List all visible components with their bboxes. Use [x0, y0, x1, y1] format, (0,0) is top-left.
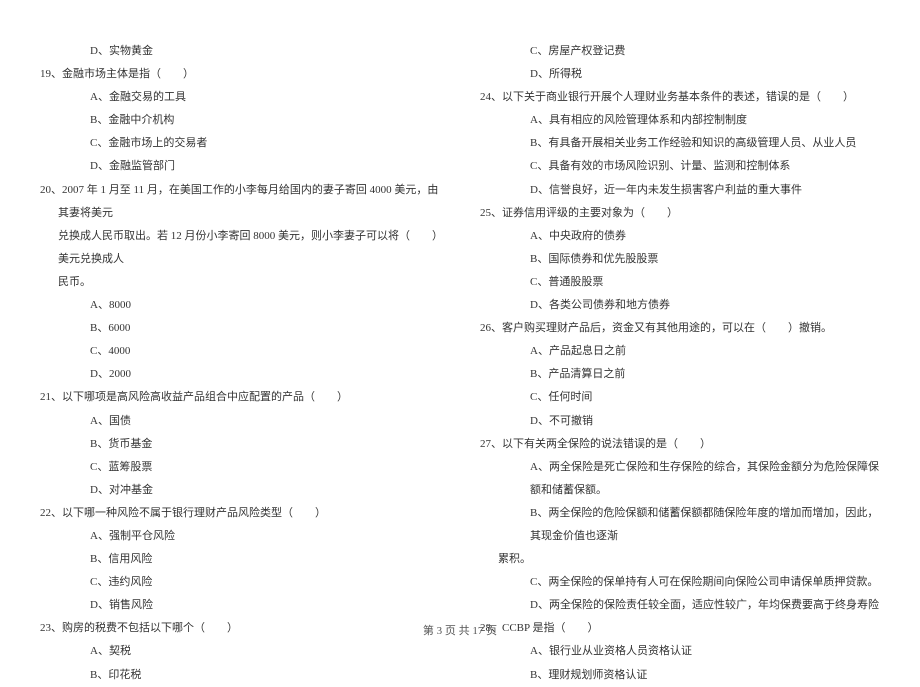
option-c: C、4000 — [40, 340, 440, 363]
option-d: D、对冲基金 — [40, 479, 440, 502]
option-a: A、中央政府的债券 — [480, 225, 880, 248]
option-c: C、普通股股票 — [480, 271, 880, 294]
option-d: D、金融监管部门 — [40, 155, 440, 178]
question-stem: 24、以下关于商业银行开展个人理财业务基本条件的表述，错误的是（ ） — [480, 86, 880, 109]
option-d: D、所得税 — [480, 63, 880, 86]
option-b: B、印花税 — [40, 664, 440, 687]
option-d: D、不可撤销 — [480, 410, 880, 433]
option-a: A、8000 — [40, 294, 440, 317]
option-d: D、各类公司债券和地方债券 — [480, 294, 880, 317]
question-stem: 22、以下哪一种风险不属于银行理财产品风险类型（ ） — [40, 502, 440, 525]
option-a: A、金融交易的工具 — [40, 86, 440, 109]
option-b: B、两全保险的危险保额和储蓄保额都随保险年度的增加而增加，因此，其现金价值也逐渐 — [480, 502, 880, 548]
page-body: D、实物黄金 19、金融市场主体是指（ ） A、金融交易的工具 B、金融中介机构… — [0, 0, 920, 610]
right-column: C、房屋产权登记费 D、所得税 24、以下关于商业银行开展个人理财业务基本条件的… — [480, 40, 880, 610]
question-stem-cont: 民币。 — [40, 271, 440, 294]
option-b: B、国际债券和优先股股票 — [480, 248, 880, 271]
option-b-cont: 累积。 — [480, 548, 880, 571]
question-stem: 27、以下有关两全保险的说法错误的是（ ） — [480, 433, 880, 456]
option-b: B、理财规划师资格认证 — [480, 664, 880, 687]
option-a: A、契税 — [40, 640, 440, 663]
question-stem: 26、客户购买理财产品后，资金又有其他用途的，可以在（ ）撤销。 — [480, 317, 880, 340]
option-b: B、产品清算日之前 — [480, 363, 880, 386]
option-b: B、6000 — [40, 317, 440, 340]
option-c: C、具备有效的市场风险识别、计量、监测和控制体系 — [480, 155, 880, 178]
option-c: C、金融市场上的交易者 — [40, 132, 440, 155]
option-a: A、强制平仓风险 — [40, 525, 440, 548]
option-a: A、具有相应的风险管理体系和内部控制制度 — [480, 109, 880, 132]
option-c: C、任何时间 — [480, 386, 880, 409]
option-c: C、房屋产权登记费 — [480, 40, 880, 63]
question-stem: 21、以下哪项是高风险高收益产品组合中应配置的产品（ ） — [40, 386, 440, 409]
option-d: D、2000 — [40, 363, 440, 386]
left-column: D、实物黄金 19、金融市场主体是指（ ） A、金融交易的工具 B、金融中介机构… — [40, 40, 440, 610]
question-stem: 20、2007 年 1 月至 11 月，在美国工作的小李每月给国内的妻子寄回 4… — [40, 179, 440, 225]
option-d: D、两全保险的保险责任较全面，适应性较广，年均保费要高于终身寿险 — [480, 594, 880, 617]
question-stem-cont: 兑换成人民币取出。若 12 月份小李寄回 8000 美元，则小李妻子可以将（ ）… — [40, 225, 440, 271]
question-stem: 19、金融市场主体是指（ ） — [40, 63, 440, 86]
option-a: A、产品起息日之前 — [480, 340, 880, 363]
option-b: B、信用风险 — [40, 548, 440, 571]
option-b: B、金融中介机构 — [40, 109, 440, 132]
option-d: D、实物黄金 — [40, 40, 440, 63]
option-d: D、信誉良好，近一年内未发生损害客户利益的重大事件 — [480, 179, 880, 202]
option-b: B、货币基金 — [40, 433, 440, 456]
option-a: A、两全保险是死亡保险和生存保险的综合，其保险金额分为危险保障保额和储蓄保额。 — [480, 456, 880, 502]
option-d: D、销售风险 — [40, 594, 440, 617]
option-c: C、违约风险 — [40, 571, 440, 594]
option-c: C、两全保险的保单持有人可在保险期间向保险公司申请保单质押贷款。 — [480, 571, 880, 594]
option-c: C、蓝筹股票 — [40, 456, 440, 479]
page-footer: 第 3 页 共 17 页 — [0, 622, 920, 638]
option-a: A、银行业从业资格人员资格认证 — [480, 640, 880, 663]
question-stem: 25、证券信用评级的主要对象为（ ） — [480, 202, 880, 225]
option-b: B、有具备开展相关业务工作经验和知识的高级管理人员、从业人员 — [480, 132, 880, 155]
option-a: A、国债 — [40, 410, 440, 433]
